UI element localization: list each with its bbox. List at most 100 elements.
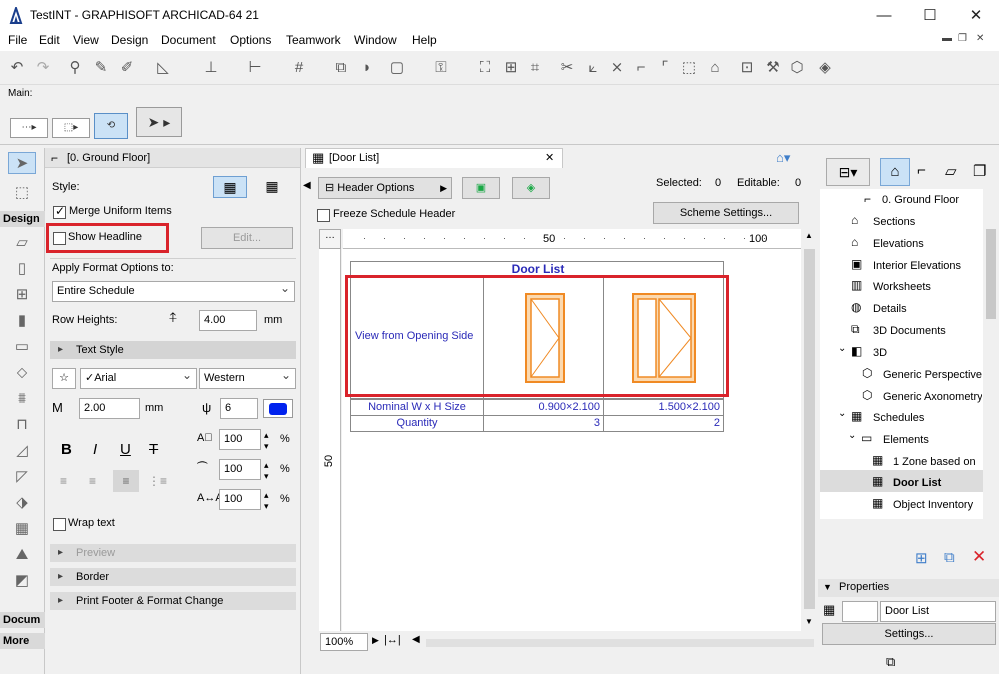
- mdi-close-icon[interactable]: ✕: [976, 33, 984, 44]
- close-tab-icon[interactable]: ✕: [545, 151, 554, 164]
- design-group-label[interactable]: Design: [0, 211, 45, 227]
- grid-icon[interactable]: #: [288, 57, 310, 79]
- table-cell[interactable]: 1.500×2.100: [603, 399, 724, 416]
- font-select[interactable]: ✓Arial: [80, 366, 197, 389]
- fillet-icon[interactable]: ⌐: [630, 57, 652, 79]
- table-row-label[interactable]: Quantity: [350, 415, 484, 432]
- layout-book-icon[interactable]: ▱: [945, 162, 957, 180]
- more-group-label[interactable]: More: [0, 633, 45, 649]
- marquee-mode-button[interactable]: ⬚▸: [52, 118, 90, 138]
- maximize-button[interactable]: ☐: [907, 0, 953, 31]
- offset-icon[interactable]: ⌜: [654, 57, 676, 79]
- font-size-input[interactable]: 2.00: [79, 398, 140, 419]
- favorites-star-icon[interactable]: ☆: [52, 368, 76, 389]
- fit-cells-button[interactable]: ▣: [462, 177, 500, 199]
- ruler-corner-button[interactable]: …: [319, 229, 341, 249]
- menu-edit[interactable]: Edit: [39, 33, 60, 47]
- tree-item-details[interactable]: Details: [820, 298, 982, 320]
- tree-item-zone-schedule[interactable]: 1 Zone based on: [820, 451, 982, 473]
- roof-icon[interactable]: ⌂: [704, 57, 726, 79]
- mdi-minimize-icon[interactable]: ▬: [942, 33, 952, 44]
- navigator-scrollbar[interactable]: [983, 189, 999, 519]
- curtain-wall-tool-icon[interactable]: ▦: [8, 518, 36, 540]
- adjust-icon[interactable]: ⟀: [582, 57, 604, 79]
- freeze-header-checkbox[interactable]: [317, 209, 330, 222]
- slant-spinner[interactable]: ▴ ▾: [264, 460, 269, 482]
- align-left-icon[interactable]: ≡: [60, 474, 67, 488]
- schedule-title-cell[interactable]: Door List: [350, 261, 724, 276]
- pen-color-swatch[interactable]: [263, 399, 293, 418]
- align-center-icon[interactable]: ≡: [89, 474, 96, 488]
- wall-tool-icon[interactable]: ▱: [8, 232, 36, 254]
- border-section[interactable]: Border: [50, 568, 296, 586]
- suspend-groups-icon[interactable]: ⌗: [524, 57, 546, 79]
- mdi-restore-icon[interactable]: ❐: [958, 33, 967, 44]
- zoom-arrow-icon[interactable]: ▶: [372, 635, 379, 646]
- preview-section[interactable]: Preview: [50, 544, 296, 562]
- tree-item-3d-documents[interactable]: 3D Documents: [820, 320, 982, 342]
- navigator-hscrollbar[interactable]: [820, 519, 983, 531]
- navigator-scroll-thumb[interactable]: [986, 229, 996, 319]
- tree-item-worksheets[interactable]: Worksheets: [820, 276, 982, 298]
- door-list-tab[interactable]: ▦ [Door List] ✕: [305, 148, 563, 168]
- document-group-label[interactable]: Docum: [0, 612, 45, 628]
- close-button[interactable]: ✕: [953, 0, 999, 31]
- arrow-tool-button[interactable]: ➤ ▸: [136, 107, 182, 137]
- partial-structure-icon[interactable]: ▢: [386, 57, 408, 79]
- tree-item-elements[interactable]: Elements: [820, 429, 982, 451]
- guide-lines-icon[interactable]: ⊥: [200, 57, 222, 79]
- properties-name-field[interactable]: Door List: [880, 601, 996, 622]
- pen-input[interactable]: 6: [220, 398, 258, 419]
- tree-item-door-list[interactable]: Door List: [820, 472, 982, 494]
- pen-sets-icon[interactable]: ◗: [356, 57, 378, 79]
- railing-tool-icon[interactable]: ⊓: [8, 414, 36, 436]
- ruler-icon[interactable]: ◺: [152, 57, 174, 79]
- table-cell[interactable]: 0.900×2.100: [483, 399, 604, 416]
- fit-columns-button[interactable]: ◈: [512, 177, 550, 199]
- vertical-scrollbar[interactable]: ▲ ▼: [801, 229, 818, 631]
- spacing-spinner[interactable]: ▴ ▾: [264, 490, 269, 512]
- bold-button[interactable]: B: [61, 441, 72, 458]
- print-footer-section[interactable]: Print Footer & Format Change: [50, 592, 296, 610]
- header-options-button[interactable]: ⊟ Header Options ▶: [318, 177, 452, 199]
- align-justify-icon[interactable]: ⋮≡: [148, 474, 167, 488]
- renovation-icon[interactable]: ⊞: [500, 57, 522, 79]
- slant-input[interactable]: 100: [219, 459, 261, 480]
- 3d-explore-icon[interactable]: ⬡: [786, 57, 808, 79]
- zoom-field[interactable]: 100%: [320, 633, 368, 651]
- scroll-left-icon[interactable]: ◀: [412, 634, 420, 645]
- menu-options[interactable]: Options: [230, 33, 271, 47]
- table-row-label[interactable]: Nominal W x H Size: [350, 399, 484, 416]
- fit-width-icon[interactable]: |↔|: [384, 634, 401, 646]
- split-icon[interactable]: ⬚: [678, 57, 700, 79]
- inject-icon[interactable]: ✐: [116, 57, 138, 79]
- view-map-icon[interactable]: ⌂▾: [776, 150, 790, 166]
- align-right-icon[interactable]: ≡: [113, 470, 139, 492]
- door-tool-icon[interactable]: ▯: [8, 258, 36, 280]
- edit-headline-button[interactable]: Edit...: [201, 227, 293, 249]
- delete-view-icon[interactable]: ✕: [972, 547, 986, 567]
- selection-mode-button[interactable]: ⋯▸: [10, 118, 48, 138]
- mesh-tool-icon[interactable]: ⛰: [8, 544, 36, 566]
- tree-item-elevations[interactable]: Elevations: [820, 233, 982, 255]
- menu-file[interactable]: File: [8, 33, 27, 47]
- column-tool-icon[interactable]: ▮: [8, 310, 36, 332]
- undo-icon[interactable]: ↶: [6, 57, 28, 79]
- tree-item-object-inventory[interactable]: Object Inventory: [820, 494, 982, 516]
- trace-reference-button[interactable]: ⟲: [94, 113, 128, 139]
- tree-item-sections[interactable]: Sections: [820, 211, 982, 233]
- group-icon[interactable]: ⛶: [474, 57, 496, 79]
- tree-item-schedules[interactable]: Schedules: [820, 407, 982, 429]
- beam-tool-icon[interactable]: ▭: [8, 336, 36, 358]
- tree-item-3d[interactable]: 3D: [820, 342, 982, 364]
- spacing-input[interactable]: 100: [219, 489, 261, 510]
- minimize-button[interactable]: —: [861, 0, 907, 31]
- view-map-tab-icon[interactable]: ⌐: [917, 162, 926, 179]
- publisher-icon[interactable]: ❐: [973, 162, 986, 180]
- tree-item-interior-elevations[interactable]: Interior Elevations: [820, 255, 982, 277]
- italic-button[interactable]: I: [93, 441, 97, 458]
- scroll-thumb[interactable]: [804, 249, 815, 609]
- style-list-button[interactable]: ▦: [255, 176, 289, 198]
- navigator-mode-button[interactable]: ⊟▾: [826, 158, 870, 186]
- apply-format-select[interactable]: Entire Schedule: [52, 279, 295, 302]
